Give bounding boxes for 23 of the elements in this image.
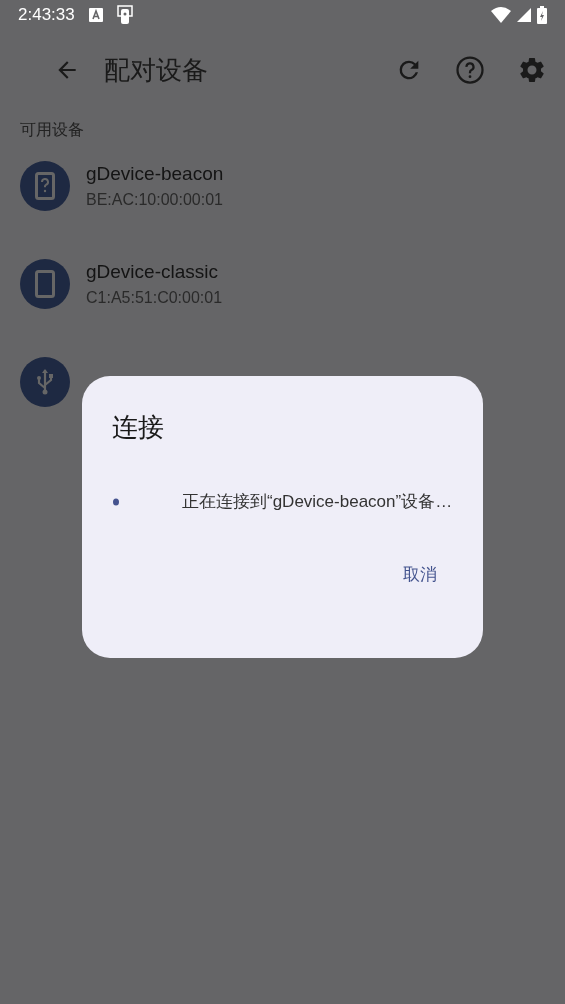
device-address: BE:AC:10:00:00:01 (86, 191, 224, 209)
spinner-icon (112, 498, 120, 506)
font-icon (88, 8, 103, 22)
remote-icon (116, 5, 133, 25)
usb-icon (36, 368, 54, 396)
settings-icon (517, 55, 547, 85)
signal-icon (517, 8, 531, 22)
dialog-title: 连接 (112, 411, 165, 444)
unknown-phone-icon (35, 172, 55, 200)
device-name[interactable]: gDevice-classic (86, 261, 223, 283)
section-header: 可用设备 (20, 120, 85, 140)
phone-icon (35, 270, 55, 298)
screen-title: 配对设备 (104, 53, 209, 87)
battery-icon (537, 6, 547, 24)
device-name[interactable]: gDevice-beacon (86, 163, 224, 185)
cancel-button[interactable]: 取消 (385, 555, 455, 594)
status-time: 2:43:33 (18, 5, 75, 25)
settings-button[interactable] (517, 55, 547, 85)
help-icon (455, 55, 485, 85)
wifi-icon (491, 7, 511, 23)
dialog-message: 正在连接到“gDevice-beacon”设备… (182, 491, 453, 513)
device-address: C1:A5:51:C0:00:01 (86, 289, 223, 307)
help-button[interactable] (455, 55, 485, 85)
